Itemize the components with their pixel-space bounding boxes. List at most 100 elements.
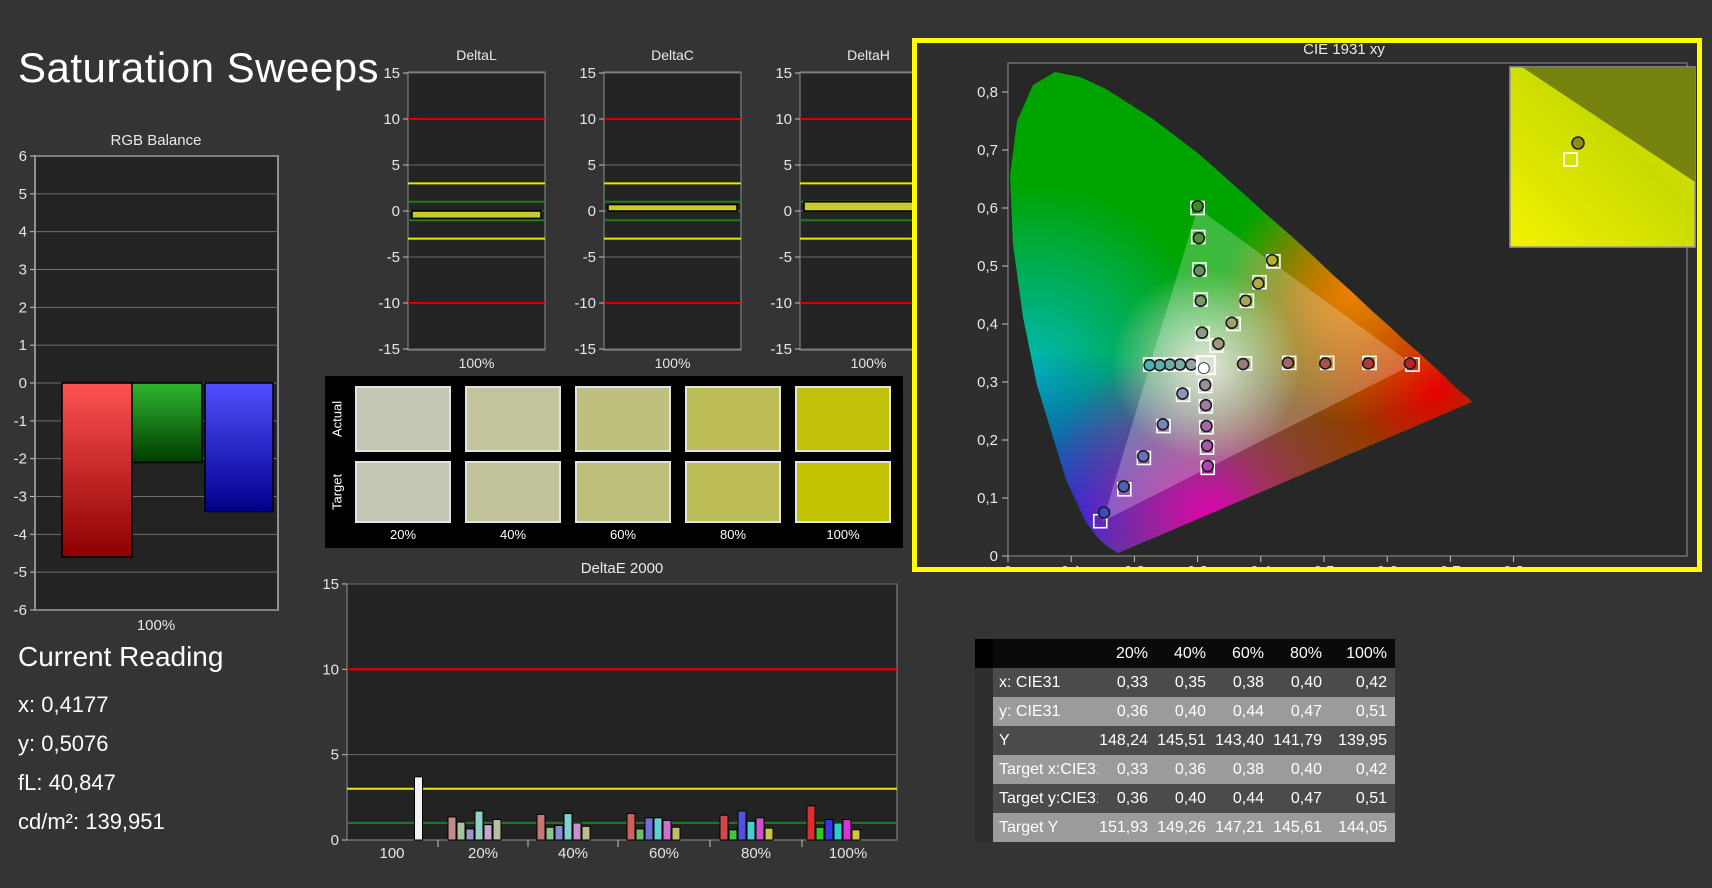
chart-title: DeltaE 2000: [581, 560, 664, 577]
row-label: x: CIE31: [993, 668, 1098, 697]
delta-e-2000-chart[interactable]: 15 10 5 0 100 20% 40% 60% 80% 100% DeltaE 2000: [300, 556, 905, 871]
cell-value: 0,51: [1330, 784, 1395, 813]
cell-value: 149,26: [1156, 813, 1214, 842]
delta-e-bar: [806, 805, 816, 841]
cie-1931-svg: 0 0,1 0,2 0,3 0,4 0,5 0,6 0,7 0,8 0 0,1 0,2 0,3 0,4 0,…: [977, 41, 1696, 580]
delta-e-bar: [755, 817, 765, 841]
rgb-balance-chart[interactable]: 6 5 4 3 2 1 0 -1 -2 -3 -4 -5 -6 RGB Balance 100%: [8, 118, 290, 640]
y-axis-label: 15: [775, 65, 792, 82]
cell-value: 40%: [1156, 639, 1214, 668]
y-axis-label: -5: [583, 249, 596, 266]
y-axis-label: 0,6: [977, 200, 998, 217]
measured-point-blue: [1117, 480, 1130, 493]
row-stub: [975, 697, 993, 726]
y-axis-label: 5: [588, 157, 596, 174]
swatch-target-100%: [795, 461, 891, 523]
y-axis-label: -15: [574, 341, 596, 358]
x-axis-label: 0,4: [1250, 563, 1271, 572]
cell-value: 0,38: [1214, 755, 1272, 784]
x-axis-label: 60%: [649, 845, 679, 862]
y-axis-label: 0: [19, 375, 27, 392]
x-axis-label: 0,7: [1440, 563, 1461, 572]
deltal-svg: 15 10 5 0 -5 -10 -15 DeltaL 100%: [378, 47, 546, 371]
cell-value: 0,42: [1330, 668, 1395, 697]
y-axis-label: 0: [990, 548, 998, 565]
x-axis-label: 0,8: [1503, 563, 1524, 572]
y-axis-label: 5: [19, 186, 27, 203]
x-axis-label: 80%: [741, 845, 771, 862]
row-stub: [975, 755, 993, 784]
y-axis-label: 4: [19, 224, 27, 241]
delta-e-bar: [824, 819, 834, 841]
y-axis-label: 15: [322, 576, 339, 593]
delta-e-bar: [554, 824, 564, 841]
chart-title: DeltaL: [456, 47, 497, 63]
row-stub: [975, 639, 993, 668]
measured-point-magenta: [1201, 459, 1215, 473]
cell-value: 100%: [1330, 639, 1395, 668]
swatch-percent-label: 60%: [609, 527, 637, 542]
measurement-table: 20% 40% 60% 80% 100% x: CIE31 0,33 0,35 0,38 0,40…: [975, 639, 1395, 842]
table-row: y: CIE31 0,36 0,40 0,44 0,47 0,51: [975, 697, 1395, 726]
y-axis-label: 6: [19, 148, 27, 165]
delta-e-bar: [833, 822, 843, 841]
delta-e-bar: [465, 828, 475, 841]
cell-value: 144,05: [1330, 813, 1395, 842]
swatch-percent-label: 20%: [389, 527, 417, 542]
rgb-balance-bar-red: [61, 382, 133, 558]
y-axis-label: -2: [14, 451, 27, 468]
y-axis-label: 15: [383, 65, 400, 82]
measured-point-blue: [1176, 387, 1189, 400]
delta-e-bar: [447, 816, 457, 841]
delta-e-bar: [572, 822, 582, 841]
table-row: Target Y 151,93 149,26 147,21 145,61 144,05: [975, 813, 1395, 842]
cell-value: 143,40: [1214, 726, 1272, 755]
delta-chart-deltal[interactable]: 15 10 5 0 -5 -10 -15 DeltaL 100%: [363, 40, 548, 375]
y-axis-label: -5: [387, 249, 400, 266]
y-axis-label: 10: [322, 661, 339, 678]
y-axis-label: 10: [383, 111, 400, 128]
delta-e-bar: [662, 819, 672, 841]
x-axis-label: 40%: [558, 845, 588, 862]
delta-chart-deltac[interactable]: 15 10 5 0 -5 -10 -15 DeltaC 100%: [559, 40, 744, 375]
row-stub: [975, 668, 993, 697]
cell-value: 0,42: [1330, 755, 1395, 784]
cie-1931-panel[interactable]: 0 0,1 0,2 0,3 0,4 0,5 0,6 0,7 0,8 0 0,1 0,2 0,3 0,4 0,…: [912, 38, 1702, 580]
delta-e-bar: [842, 819, 852, 841]
swatch-actual-80%: [685, 386, 781, 452]
y-axis-label: 0,8: [977, 84, 998, 101]
row-label: [993, 639, 1098, 668]
page-title: Saturation Sweeps: [18, 44, 380, 91]
cell-value: 139,95: [1330, 726, 1395, 755]
cie-zoom-inset: [1509, 66, 1696, 248]
y-axis-label: 2: [19, 299, 27, 316]
swatch-panel[interactable]: Actual Target 20% 40% 60% 80% 100%: [325, 376, 903, 548]
row-label: Target Y: [993, 813, 1098, 842]
delta-e-bar: [581, 825, 591, 841]
y-axis-label: -4: [14, 526, 27, 543]
measured-point-magenta: [1198, 378, 1212, 392]
measured-point-blue: [1097, 506, 1111, 519]
x-axis-label: 100%: [829, 845, 867, 862]
row-label: Target y:CIE31: [993, 784, 1098, 813]
cell-value: 0,36: [1098, 697, 1156, 726]
measured-point-yellow: [1251, 277, 1265, 290]
delta-e-bar: [563, 813, 573, 841]
measured-point-cyan: [1184, 358, 1198, 371]
cell-value: 0,40: [1272, 668, 1330, 697]
plot-area: [346, 583, 898, 841]
cell-value: 0,51: [1330, 697, 1395, 726]
row-label: y: CIE31: [993, 697, 1098, 726]
y-axis-label: -10: [574, 295, 596, 312]
y-axis-label: 5: [784, 157, 792, 174]
cell-value: 151,93: [1098, 813, 1156, 842]
measured-point-blue: [1136, 449, 1150, 463]
delta-e-bar: [653, 817, 663, 841]
measured-point-blue: [1156, 418, 1170, 431]
table-row: Target x:CIE31 0,33 0,36 0,38 0,40 0,42: [975, 755, 1395, 784]
y-axis-label: -10: [770, 295, 792, 312]
rgb-balance-svg: 6 5 4 3 2 1 0 -1 -2 -3 -4 -5 -6 RGB Balance 100%: [14, 132, 279, 634]
y-axis-label: 5: [331, 747, 339, 764]
cell-value: 147,21: [1214, 813, 1272, 842]
delta-e-bar: [626, 813, 636, 841]
